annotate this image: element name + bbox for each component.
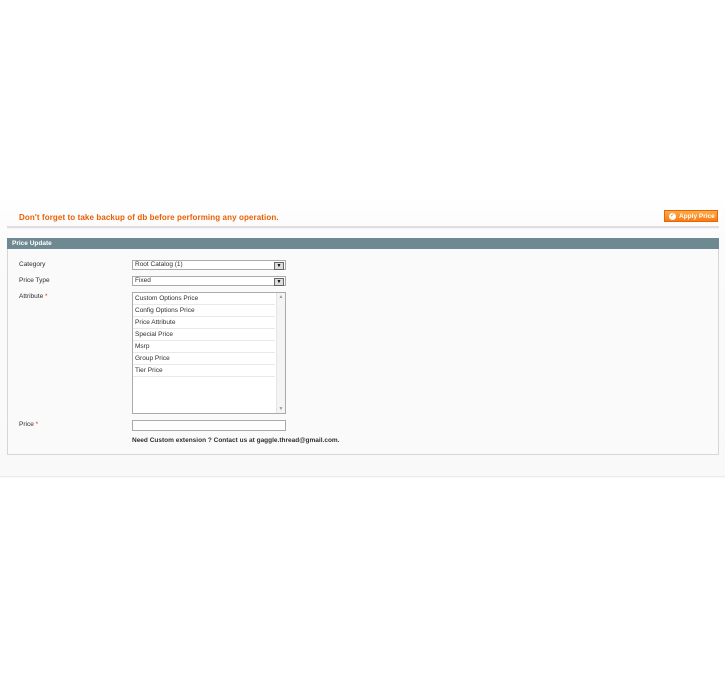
attribute-scrollbar[interactable]: ▲ ▼ [276,293,285,413]
attribute-option[interactable]: Msrp [133,341,275,353]
attribute-option[interactable]: Price Attribute [133,317,275,329]
contact-text: Need Custom extension ? Contact us at ga… [132,437,340,444]
attribute-option[interactable]: Config Options Price [133,305,275,317]
price-type-label: Price Type [19,277,50,284]
price-type-select[interactable]: Fixed ▼ [132,276,286,286]
scroll-down-icon[interactable]: ▼ [277,405,285,413]
required-asterisk: * [45,293,48,300]
attribute-label: Attribute * [19,293,48,300]
category-select[interactable]: Root Catalog (1) ▼ [132,260,286,270]
fieldset-title: Price Update [7,238,719,249]
attribute-option[interactable]: Custom Options Price [133,293,275,305]
chevron-down-icon: ▼ [274,278,284,286]
price-input[interactable] [132,420,286,431]
attribute-option[interactable]: Group Price [133,353,275,365]
price-type-value: Fixed [135,277,151,284]
price-update-fieldset: Price Update Category Root Catalog (1) ▼… [7,238,719,455]
price-label: Price * [19,421,38,428]
required-asterisk: * [35,421,39,428]
apply-price-label: Apply Price [679,212,715,220]
header-divider [7,226,719,229]
chevron-down-icon: ▼ [274,262,284,270]
backup-warning-text: Don't forget to take backup of db before… [19,213,279,222]
attribute-option[interactable]: Tier Price [133,365,275,377]
content-bottom-divider [0,476,725,477]
category-label: Category [19,261,46,268]
category-value: Root Catalog (1) [135,261,183,268]
check-circle-icon: ✓ [669,212,676,220]
apply-price-button[interactable]: ✓ Apply Price [664,210,718,222]
attribute-multiselect[interactable]: Custom Options Price Config Options Pric… [132,292,286,414]
scroll-up-icon[interactable]: ▲ [277,293,285,301]
price-label-text: Price [19,421,34,428]
attribute-option[interactable]: Special Price [133,329,275,341]
attribute-label-text: Attribute [19,293,44,300]
